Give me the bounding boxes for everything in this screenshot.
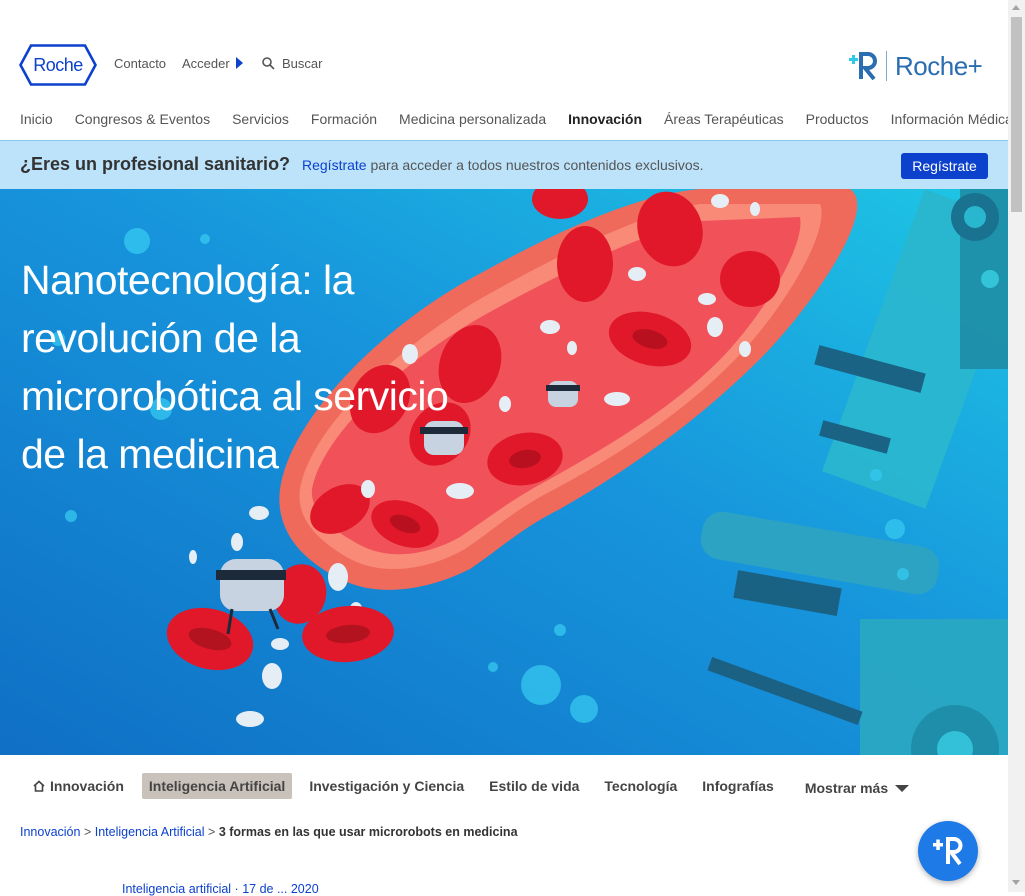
nav-item-congresos[interactable]: Congresos & Eventos xyxy=(75,111,210,127)
search-icon xyxy=(262,57,275,70)
hero-title: Nanotecnología: la revolución de la micr… xyxy=(21,257,449,477)
page-scrollbar[interactable] xyxy=(1008,0,1025,892)
article-meta: Inteligencia artificial · 17 de ... 2020 xyxy=(122,882,319,896)
search-label: Buscar xyxy=(282,56,323,71)
subnav-innovacion-label: Innovación xyxy=(50,778,124,794)
contact-link[interactable]: Contacto xyxy=(114,56,166,71)
show-more-label: Mostrar más xyxy=(804,780,889,796)
nav-item-innovacion[interactable]: Innovación xyxy=(568,111,642,127)
roche-plus-icon xyxy=(849,52,877,81)
nav-item-inicio[interactable]: Inicio xyxy=(20,111,53,127)
show-more-button[interactable]: Mostrar más xyxy=(804,780,910,796)
subnav-innovacion[interactable]: Innovación xyxy=(33,778,124,794)
roche-plus-text: Roche+ xyxy=(895,50,983,81)
nav-item-formacion[interactable]: Formación xyxy=(311,111,377,127)
banner-register-link[interactable]: Regístrate xyxy=(302,157,367,173)
breadcrumb-separator: > xyxy=(208,825,216,839)
nav-item-servicios[interactable]: Servicios xyxy=(232,111,289,127)
roche-plus-logo[interactable]: Roche+ xyxy=(846,48,983,84)
nav-item-medicina-personalizada[interactable]: Medicina personalizada xyxy=(399,111,546,127)
nav-item-productos[interactable]: Productos xyxy=(806,111,869,127)
scroll-down-icon[interactable] xyxy=(1012,880,1020,885)
hcp-banner: ¿Eres un profesional sanitario? Regístra… xyxy=(0,140,1008,189)
logo-divider xyxy=(886,51,887,81)
category-subnav: Innovación Inteligencia Artificial Inves… xyxy=(30,773,934,799)
roche-logo[interactable]: Roche xyxy=(19,44,97,86)
roche-logo-text: Roche xyxy=(33,55,83,75)
chevron-down-icon xyxy=(895,784,910,792)
subnav-tecnologia[interactable]: Tecnología xyxy=(604,778,677,794)
breadcrumb-inteligencia-artificial[interactable]: Inteligencia Artificial xyxy=(95,825,205,839)
roche-plus-floating-button[interactable] xyxy=(918,821,978,881)
scroll-up-icon[interactable] xyxy=(1012,5,1020,10)
subnav-infografias[interactable]: Infografías xyxy=(702,778,774,794)
breadcrumb-separator: > xyxy=(83,825,92,839)
login-link[interactable]: Acceder xyxy=(182,56,243,71)
banner-text: Regístrate para acceder a todos nuestros… xyxy=(302,157,704,173)
breadcrumb: Innovación > Inteligencia Artificial > 3… xyxy=(20,825,518,839)
roche-plus-icon xyxy=(933,837,963,866)
banner-question: ¿Eres un profesional sanitario? xyxy=(20,154,291,174)
register-button[interactable]: Regístrate xyxy=(901,153,988,179)
nav-item-areas-terapeuticas[interactable]: Áreas Terapéuticas xyxy=(664,111,784,127)
subnav-estilo-de-vida[interactable]: Estilo de vida xyxy=(489,778,579,794)
site-header: Roche Contacto Acceder Buscar Roche+ Ini… xyxy=(0,0,1013,140)
subnav-investigacion-ciencia[interactable]: Investigación y Ciencia xyxy=(309,778,464,794)
breadcrumb-current: 3 formas en las que usar microrobots en … xyxy=(218,825,518,839)
search-button[interactable]: Buscar xyxy=(262,56,322,71)
home-icon xyxy=(33,780,45,792)
breadcrumb-innovacion[interactable]: Innovación xyxy=(20,825,80,839)
scroll-thumb[interactable] xyxy=(1011,17,1022,212)
main-nav: Inicio Congresos & Eventos Servicios For… xyxy=(20,111,1025,127)
banner-description: para acceder a todos nuestros contenidos… xyxy=(366,157,704,173)
subnav-inteligencia-artificial[interactable]: Inteligencia Artificial xyxy=(141,773,293,799)
nav-item-informacion-medica[interactable]: Información Médica xyxy=(891,111,1013,127)
play-arrow-icon xyxy=(235,57,243,69)
login-label: Acceder xyxy=(182,56,230,71)
hero-section: Nanotecnología: la revolución de la micr… xyxy=(0,189,1008,755)
